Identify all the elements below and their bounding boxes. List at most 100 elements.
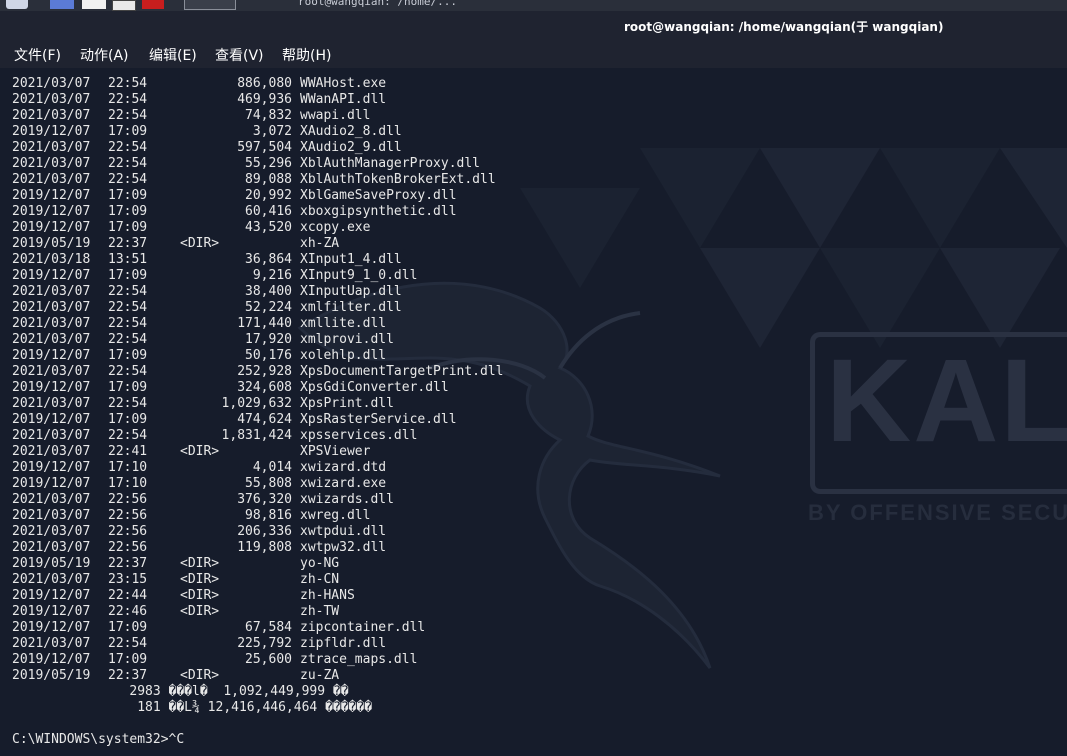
row-dir-marker: <DIR> (180, 572, 220, 587)
row-dir-marker: <DIR> (180, 604, 220, 619)
command-prompt[interactable]: C:\WINDOWS\system32>^C (12, 732, 504, 748)
row-date: 2019/12/07 (12, 588, 91, 603)
row-date: 2021/03/07 (12, 364, 91, 379)
menu-view[interactable]: 查看(V) (215, 45, 264, 65)
row-filename: xwreg.dll (300, 508, 371, 523)
listing-row: 2021/03/07 22:54 597,504 XAudio2_9.dll (12, 140, 504, 156)
row-date: 2021/03/07 (12, 156, 91, 171)
menu-file[interactable]: 文件(F) (14, 45, 61, 65)
listing-row: 2021/03/07 23:15 <DIR> zh-CN (12, 572, 504, 588)
row-size: 1,831,424 (221, 428, 292, 443)
row-date: 2019/12/07 (12, 412, 91, 427)
row-filename: XpsGdiConverter.dll (300, 380, 449, 395)
listing-row: 2019/12/07 17:10 55,808 xwizard.exe (12, 476, 504, 492)
row-filename: XpsDocumentTargetPrint.dll (300, 364, 504, 379)
listing-row: 2021/03/07 22:54 52,224 xmlfilter.dll (12, 300, 504, 316)
row-time: 17:10 (108, 476, 148, 491)
row-time: 22:54 (108, 428, 148, 443)
row-size: 55,296 (245, 156, 292, 171)
row-dir-marker: <DIR> (180, 444, 220, 459)
row-filename: XInputUap.dll (300, 284, 402, 299)
listing-row: 2021/03/07 22:56 119,808 xwtpw32.dll (12, 540, 504, 556)
row-date: 2021/03/07 (12, 140, 91, 155)
row-date: 2021/03/07 (12, 92, 91, 107)
row-time: 22:37 (108, 668, 148, 683)
listing-row: 2021/03/07 22:41 <DIR> XPSViewer (12, 444, 504, 460)
row-dir-marker: <DIR> (180, 588, 220, 603)
row-size: 1,029,632 (221, 396, 292, 411)
row-time: 22:46 (108, 604, 148, 619)
row-time: 22:56 (108, 508, 148, 523)
row-filename: xwizards.dll (300, 492, 394, 507)
file-manager-icon[interactable] (82, 0, 106, 9)
row-time: 17:09 (108, 124, 148, 139)
row-filename: XblAuthTokenBrokerExt.dll (300, 172, 496, 187)
row-date: 2019/05/19 (12, 556, 91, 571)
listing-row: 2021/03/07 22:54 89,088 XblAuthTokenBrokerE… (12, 172, 504, 188)
menu-edit[interactable]: 编辑(E) (149, 45, 197, 65)
workspace-icon[interactable] (50, 0, 74, 9)
row-time: 22:54 (108, 108, 148, 123)
row-dir-marker: <DIR> (180, 556, 220, 571)
row-filename: XblAuthManagerProxy.dll (300, 156, 481, 171)
row-size: 52,224 (245, 300, 292, 315)
row-size: 25,600 (245, 652, 292, 667)
listing-row: 2019/12/07 17:09 474,624 XpsRasterService.d… (12, 412, 504, 428)
row-size: 3,072 (252, 124, 292, 139)
row-size: 119,808 (237, 540, 292, 555)
menu-bar: 文件(F) 动作(A) 编辑(E) 查看(V) 帮助(H) (0, 41, 1067, 68)
row-date: 2021/03/07 (12, 636, 91, 651)
terminal-launcher-icon[interactable] (112, 0, 136, 11)
listing-row: 2019/12/07 17:09 324,608 XpsGdiConverter.dl… (12, 380, 504, 396)
row-date: 2021/03/18 (12, 252, 91, 267)
listing-row: 2019/05/19 22:37 <DIR> xh-ZA (12, 236, 504, 252)
listing-row: 2021/03/07 22:54 252,928 XpsDocumentTargetP… (12, 364, 504, 380)
row-filename: zu-ZA (300, 668, 340, 683)
row-filename: xboxgipsynthetic.dll (300, 204, 457, 219)
row-time: 22:54 (108, 284, 148, 299)
listing-row: 2019/12/07 17:09 60,416 xboxgipsynthetic.dl… (12, 204, 504, 220)
row-size: 89,088 (245, 172, 292, 187)
row-time: 17:09 (108, 620, 148, 635)
row-filename: xwizard.dtd (300, 460, 387, 475)
row-time: 23:15 (108, 572, 148, 587)
row-time: 22:56 (108, 524, 148, 539)
row-filename: xwtpdui.dll (300, 524, 387, 539)
row-date: 2019/12/07 (12, 220, 91, 235)
row-filename: XInput1_4.dll (300, 252, 402, 267)
row-size: 206,336 (237, 524, 292, 539)
kali-menu-icon[interactable] (6, 0, 28, 9)
terminal-output[interactable]: KAL BY OFFENSIVE SECU 2021/03/07 22:54 886… (0, 68, 1067, 756)
row-time: 22:54 (108, 364, 148, 379)
row-filename: xh-ZA (300, 236, 340, 251)
menu-help[interactable]: 帮助(H) (282, 45, 331, 65)
taskbar-window-button[interactable] (184, 0, 236, 10)
kali-logo-text: KAL (826, 335, 1067, 467)
row-date: 2021/03/07 (12, 492, 91, 507)
row-filename: ztrace_maps.dll (300, 652, 418, 667)
row-size: 324,608 (237, 380, 292, 395)
row-time: 22:56 (108, 540, 148, 555)
row-size: 98,816 (245, 508, 292, 523)
row-date: 2021/03/07 (12, 332, 91, 347)
row-date: 2021/03/07 (12, 300, 91, 315)
row-filename: xolehlp.dll (300, 348, 387, 363)
row-date: 2021/03/07 (12, 108, 91, 123)
directory-listing: 2021/03/07 22:54 886,080 WWAHost.exe 2021/03… (12, 76, 504, 748)
row-size: 20,992 (245, 188, 292, 203)
listing-row: 2019/12/07 17:10 4,014 xwizard.dtd (12, 460, 504, 476)
listing-row: 2019/12/07 22:44 <DIR> zh-HANS (12, 588, 504, 604)
listing-row: 2021/03/07 22:56 376,320 xwizards.dll (12, 492, 504, 508)
menu-actions[interactable]: 动作(A) (80, 45, 129, 65)
listing-row: 2021/03/07 22:54 55,296 XblAuthManagerProxy… (12, 156, 504, 172)
browser-icon[interactable] (142, 0, 164, 9)
taskbar-window-title[interactable]: root@wangqian: /home/... (298, 0, 457, 8)
row-dir-marker: <DIR> (180, 236, 220, 251)
listing-row: 2021/03/07 22:54 469,936 WWanAPI.dll (12, 92, 504, 108)
row-date: 2021/03/07 (12, 540, 91, 555)
row-date: 2021/03/07 (12, 508, 91, 523)
row-date: 2021/03/07 (12, 172, 91, 187)
row-date: 2021/03/07 (12, 524, 91, 539)
title-bar[interactable]: root@wangqian: /home/wangqian(于 wangqian… (0, 11, 1067, 41)
row-size: 50,176 (245, 348, 292, 363)
